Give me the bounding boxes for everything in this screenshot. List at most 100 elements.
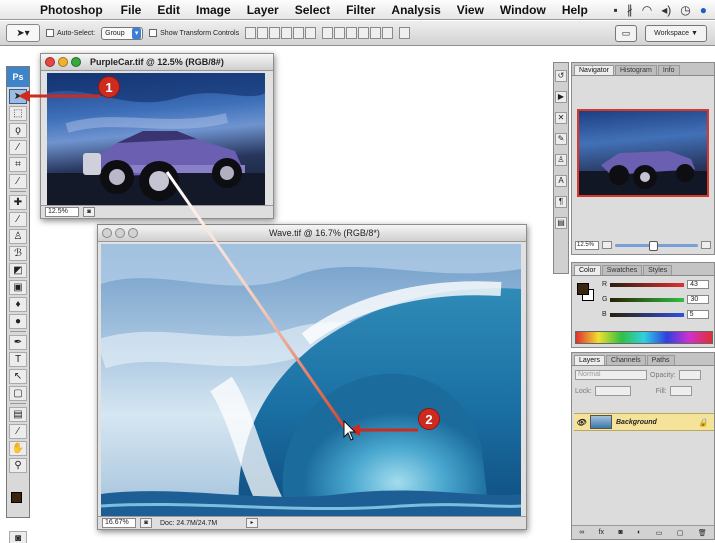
move-tool-icon[interactable]: ➤ <box>9 89 27 104</box>
menu-file[interactable]: File <box>121 3 142 17</box>
tab-info[interactable]: Info <box>657 65 680 75</box>
tab-styles[interactable]: Styles <box>643 265 673 275</box>
car-image-canvas[interactable] <box>47 73 265 206</box>
wave-document-window[interactable]: Wave.tif @ 16.7% (RGB/8*) 16.67% ◙ Doc: … <box>97 224 527 530</box>
foreground-color-swatch[interactable] <box>11 492 22 503</box>
menu-layer[interactable]: Layer <box>247 3 279 17</box>
car-window-titlebar[interactable]: PurpleCar.tif @ 12.5% (RGB/8#) <box>41 54 273 71</box>
minimize-button[interactable] <box>58 57 68 67</box>
lasso-tool-icon[interactable]: ϙ <box>9 123 27 138</box>
apple-menu-icon[interactable] <box>14 3 28 17</box>
layer-row-background[interactable]: 👁 Background 🔒 <box>574 413 714 431</box>
auto-select-dropdown[interactable]: Group <box>101 26 144 40</box>
new-layer-icon[interactable]: ▢ <box>677 529 684 537</box>
adjustment-layer-icon[interactable]: ◐ <box>637 529 641 536</box>
distribute-left-icon[interactable] <box>358 27 370 39</box>
distribute-bottom-icon[interactable] <box>346 27 358 39</box>
tab-navigator[interactable]: Navigator <box>574 65 614 75</box>
tab-histogram[interactable]: Histogram <box>614 65 657 75</box>
navigator-zoom-slider[interactable] <box>615 240 698 251</box>
quick-mask-icon[interactable]: ◙ <box>9 531 27 543</box>
align-vcenter-icon[interactable] <box>257 27 269 39</box>
paragraph-panel-icon[interactable]: ¶ <box>555 196 567 208</box>
zoom-tool-icon[interactable]: ⚲ <box>9 458 27 473</box>
spotlight-icon[interactable]: ● <box>700 3 707 17</box>
blue-slider[interactable] <box>609 312 684 317</box>
marquee-tool-icon[interactable]: ⬚ <box>9 106 27 121</box>
healing-brush-tool-icon[interactable]: ✚ <box>9 195 27 210</box>
layer-mask-icon[interactable]: ◙ <box>618 529 622 536</box>
brushes-panel-icon[interactable]: ✎ <box>555 133 567 145</box>
menu-view[interactable]: View <box>457 3 484 17</box>
blue-value-field[interactable]: 5 <box>686 310 709 319</box>
distribute-right-icon[interactable] <box>382 27 394 39</box>
history-brush-tool-icon[interactable]: ℬ <box>9 246 27 261</box>
zoom-in-icon[interactable] <box>701 241 711 249</box>
menu-edit[interactable]: Edit <box>157 3 180 17</box>
status-menu-icon[interactable]: ◙ <box>83 207 95 217</box>
status-menu-icon[interactable]: ◙ <box>140 518 152 528</box>
align-right-icon[interactable] <box>305 27 317 39</box>
car-document-window[interactable]: PurpleCar.tif @ 12.5% (RGB/8#) 12.5% ◙ <box>40 53 274 219</box>
green-value-field[interactable]: 30 <box>687 295 710 304</box>
checkbox-box[interactable] <box>149 29 158 37</box>
tab-layers[interactable]: Layers <box>574 355 606 365</box>
slice-tool-icon[interactable]: ⁄ <box>9 174 27 189</box>
wave-window-titlebar[interactable]: Wave.tif @ 16.7% (RGB/8*) <box>98 225 526 242</box>
bluetooth-icon[interactable]: ∦ <box>627 3 633 17</box>
tab-swatches[interactable]: Swatches <box>601 265 643 275</box>
foreground-color-chip[interactable] <box>577 283 589 295</box>
align-hcenter-icon[interactable] <box>293 27 305 39</box>
shape-tool-icon[interactable]: ▢ <box>9 386 27 401</box>
eyedropper-tool-icon[interactable]: ⁄ <box>9 424 27 439</box>
wave-zoom-field[interactable]: 16.67% <box>102 518 136 528</box>
layer-style-icon[interactable]: fx <box>599 529 604 536</box>
auto-select-checkbox[interactable]: Auto-Select: <box>46 29 95 37</box>
crop-tool-icon[interactable]: ⌗ <box>9 157 27 172</box>
minimize-button[interactable] <box>115 228 125 238</box>
menu-select[interactable]: Select <box>295 3 330 17</box>
magic-wand-tool-icon[interactable]: ⁄ <box>9 140 27 155</box>
blur-tool-icon[interactable]: ♦ <box>9 297 27 312</box>
dodge-tool-icon[interactable]: ● <box>9 314 27 329</box>
distribute-hcenter-icon[interactable] <box>370 27 382 39</box>
red-value-field[interactable]: 43 <box>687 280 710 289</box>
zoom-out-icon[interactable] <box>602 241 612 249</box>
menu-image[interactable]: Image <box>196 3 231 17</box>
tool-presets-icon[interactable]: ✕ <box>555 112 567 124</box>
checkbox-box[interactable] <box>46 29 54 37</box>
tab-channels[interactable]: Channels <box>606 355 646 365</box>
wifi-icon[interactable]: ◠ <box>642 3 652 17</box>
lock-icons[interactable] <box>594 386 631 396</box>
history-panel-icon[interactable]: ↺ <box>555 70 567 82</box>
brush-tool-icon[interactable]: ∕ <box>9 212 27 227</box>
status-arrow-icon[interactable]: ▸ <box>246 518 258 528</box>
green-slider[interactable] <box>610 297 685 302</box>
display-icon[interactable]: ▪ <box>613 3 617 17</box>
link-layers-icon[interactable]: ∞ <box>579 529 584 536</box>
zoom-button[interactable] <box>71 57 81 67</box>
path-selection-tool-icon[interactable]: ↖ <box>9 369 27 384</box>
menu-filter[interactable]: Filter <box>346 3 375 17</box>
close-button[interactable] <box>45 57 55 67</box>
wave-image-canvas[interactable] <box>101 244 521 529</box>
menu-analysis[interactable]: Analysis <box>391 3 440 17</box>
eye-icon[interactable]: 👁 <box>576 418 586 427</box>
tool-preset-picker[interactable]: ➤▾ <box>6 24 40 42</box>
close-button[interactable] <box>102 228 112 238</box>
zoom-button[interactable] <box>128 228 138 238</box>
navigator-zoom-field[interactable]: 12.5% <box>575 240 599 250</box>
notes-tool-icon[interactable]: ▤ <box>9 407 27 422</box>
clone-source-icon[interactable]: ♙ <box>555 154 567 166</box>
menu-help[interactable]: Help <box>562 3 588 17</box>
ps-logo[interactable]: Ps <box>7 67 29 87</box>
tab-color[interactable]: Color <box>574 265 601 275</box>
volume-icon[interactable]: ◂) <box>661 3 671 17</box>
character-panel-icon[interactable]: A <box>555 175 567 187</box>
align-bottom-icon[interactable] <box>269 27 281 39</box>
trash-icon[interactable]: 🗑 <box>698 529 707 537</box>
hand-tool-icon[interactable]: ✋ <box>9 441 27 456</box>
align-left-icon[interactable] <box>281 27 293 39</box>
auto-align-icon[interactable] <box>399 27 411 39</box>
bridge-icon[interactable]: ▭ <box>615 25 637 42</box>
